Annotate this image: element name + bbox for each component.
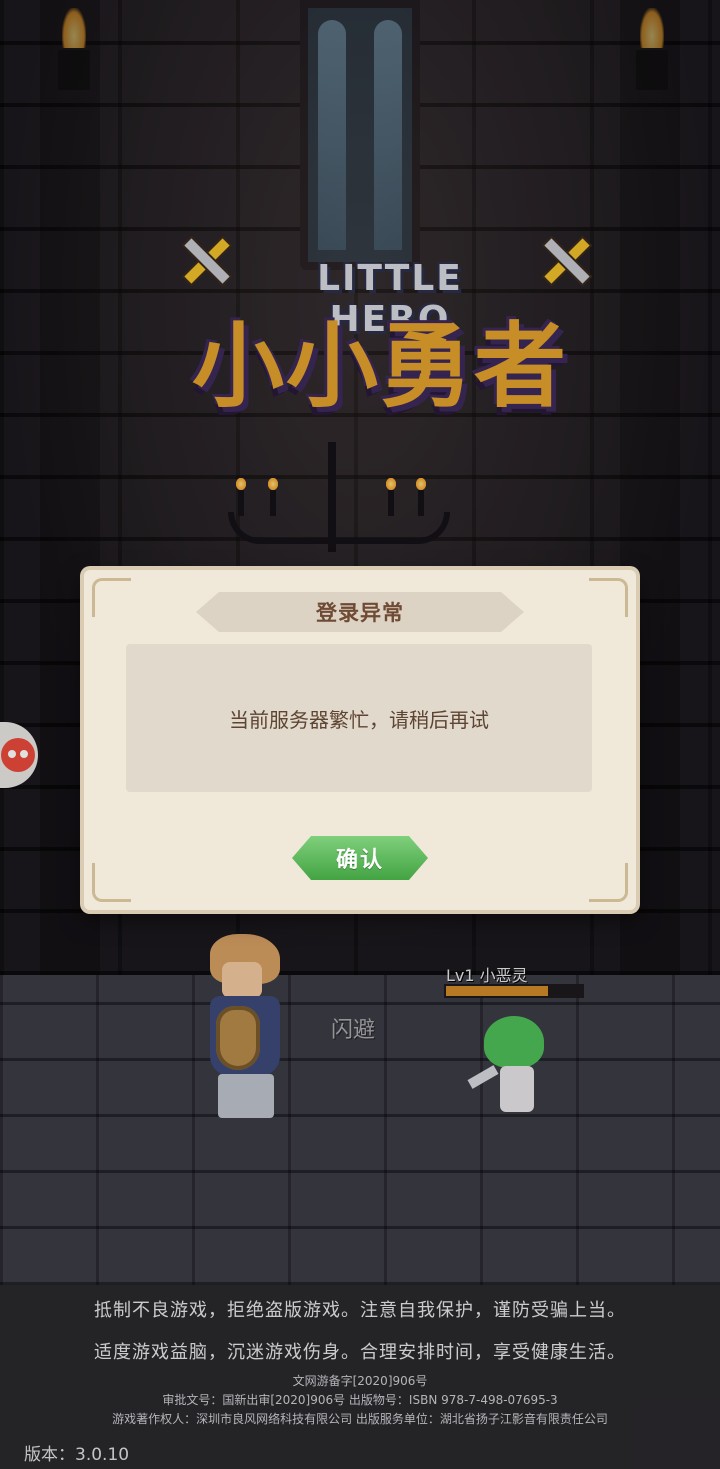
dialog-message-box: 当前服务器繁忙，请稍后再试: [126, 644, 592, 792]
dialog-title-banner: 登录异常: [196, 592, 524, 632]
login-error-dialog: 登录异常 当前服务器繁忙，请稍后再试 确认: [84, 570, 636, 910]
dialog-title: 登录异常: [316, 601, 404, 625]
dialog-message: 当前服务器繁忙，请稍后再试: [229, 707, 489, 732]
confirm-button[interactable]: 确认: [292, 836, 428, 880]
confirm-button-label: 确认: [335, 848, 384, 873]
game-scene: LITTLE HERO 小小勇者 闪避 Lv1 小恶灵 抵制不良游戏，拒绝盗版游…: [0, 0, 720, 1469]
